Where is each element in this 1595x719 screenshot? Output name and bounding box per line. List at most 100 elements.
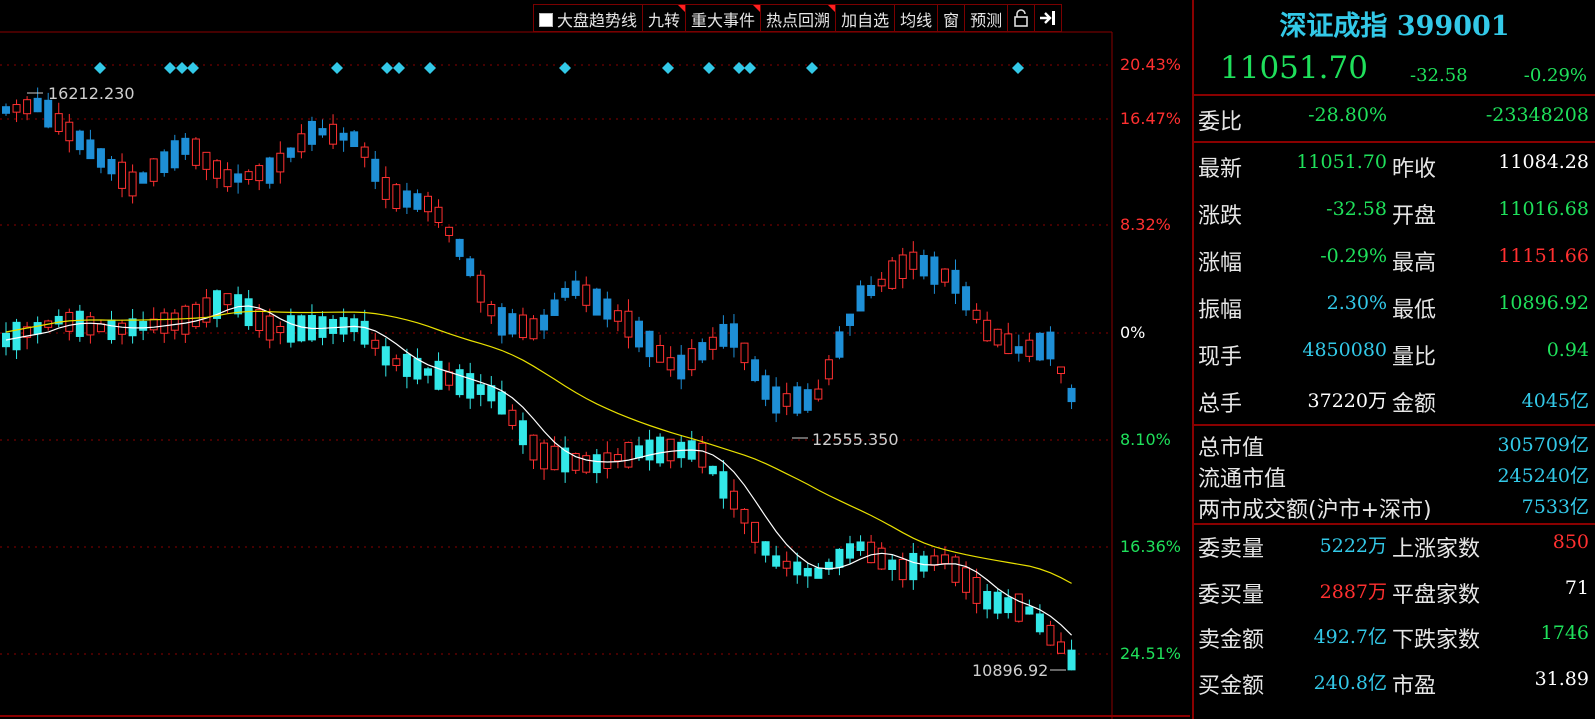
candle-body [613, 310, 622, 322]
compare-candle-body [381, 346, 390, 366]
candle-body [160, 151, 169, 174]
compare-candle-body [508, 409, 517, 426]
candle-body [286, 147, 295, 158]
trend-line-label: 大盘趋势线 [557, 11, 638, 30]
compare-candle-body [656, 436, 665, 464]
candle-body [972, 309, 981, 320]
compare-candle-body [803, 567, 812, 577]
candle-body [1046, 331, 1055, 360]
quote_rows-label: 总手 [1198, 392, 1243, 417]
candle-body [434, 206, 443, 224]
pct-axis-label: 16.47% [1120, 109, 1181, 128]
compare-candle-body [286, 315, 295, 343]
candle-body [487, 304, 496, 317]
candle-body [65, 121, 74, 142]
candle-body [44, 99, 53, 128]
quote_rows-row: 振幅 2.30% 最低 10896.92 [1194, 292, 1595, 323]
order_rows-label: 买金额 [1198, 673, 1265, 699]
divider [1194, 424, 1595, 426]
tool-jiuzhuan[interactable]: 九转 [643, 5, 687, 31]
tool-forecast[interactable]: 预测 [965, 5, 1009, 31]
quote_rows-value: 10896.92 [1498, 292, 1589, 314]
candle-body [1025, 339, 1034, 357]
candle-body [318, 128, 327, 136]
tool-major-events[interactable]: 重大事件 [686, 5, 762, 31]
quote_rows-value: -0.29% [1320, 245, 1387, 267]
expand-panel-icon[interactable] [1035, 5, 1061, 31]
compare-candle-body [139, 321, 148, 331]
candle-body [350, 131, 359, 148]
order_rows-value: 492.7亿 [1313, 626, 1387, 648]
compare-candle-body [951, 556, 960, 583]
market-cap-row: 两市成交额(沪市+深市) 7533亿 [1194, 492, 1595, 523]
trend-line-toggle[interactable]: 大盘趋势线 [534, 5, 644, 31]
candle-body [1067, 387, 1076, 403]
pct-axis-label: 16.36% [1120, 537, 1181, 556]
event-diamond-icon [187, 62, 199, 74]
candle-body [402, 190, 411, 208]
candle-body [698, 342, 707, 361]
event-diamond-icon [744, 62, 756, 74]
compare-candle-body [930, 555, 939, 566]
market-cap-value: 245240亿 [1497, 465, 1589, 487]
compare-candle-body [191, 303, 200, 328]
candle-body [518, 314, 527, 339]
candle-body [508, 313, 517, 335]
tool-hotspot-review[interactable]: 热点回溯 [761, 5, 837, 31]
quote_rows-label: 振幅 [1198, 298, 1243, 323]
compare-candle-body [645, 439, 654, 461]
candle-body [118, 161, 127, 189]
tool-window[interactable]: 窗 [938, 5, 966, 31]
compare-candle-body [1067, 649, 1076, 671]
compare-candle-body [424, 368, 432, 376]
candle-body [413, 193, 422, 210]
compare-candle-body [1025, 606, 1034, 615]
event-diamond-icon [381, 62, 393, 74]
quote_rows-value: 11151.66 [1498, 245, 1589, 267]
compare-candle-body [993, 591, 1002, 614]
divider [1194, 94, 1595, 96]
candle-body [624, 310, 633, 338]
candle-body [1035, 332, 1044, 361]
candle-body [835, 331, 844, 358]
lock-icon[interactable] [1008, 5, 1036, 31]
compare-candle-body [33, 322, 42, 335]
candle-body [729, 323, 738, 348]
candle-body [803, 389, 812, 411]
event-diamond-icon [559, 62, 571, 74]
compare-candle-body [149, 318, 158, 331]
compare-candle-body [782, 560, 791, 569]
index-title: 深证成指 399001 [1279, 11, 1510, 42]
compare-candle-body [360, 320, 369, 345]
candle-body [360, 146, 369, 158]
kline-chart-area[interactable]: 20.43% 16.47% 8.32% 0% 8.10% 16.36% 24.51% 1621… [0, 0, 1190, 719]
candle-body [466, 258, 475, 277]
candle-body [445, 226, 454, 236]
ma-long-line [5, 310, 1072, 584]
compare-candle-body [751, 521, 760, 543]
tool-moving-average[interactable]: 均线 [895, 5, 939, 31]
candle-body [128, 171, 137, 197]
candle-body [1057, 366, 1065, 375]
market-cap-row: 流通市值 245240亿 [1194, 461, 1595, 492]
compare-candle-body [181, 305, 190, 335]
compare-candle-body [497, 391, 506, 415]
compare-candle-body [12, 321, 21, 351]
kline-chart[interactable]: 20.43% 16.47% 8.32% 0% 8.10% 16.36% 24.51% 1621… [0, 0, 1190, 719]
compare-candle-body [455, 369, 464, 396]
compare-candle-body [65, 311, 74, 332]
candle-body [191, 138, 200, 166]
weibi-row: 委比 -28.80% -23348208 [1194, 104, 1595, 135]
tool-add-watchlist[interactable]: 加自选 [836, 5, 896, 31]
event-diamond-icon [176, 62, 188, 74]
compare-candle-body [729, 490, 738, 510]
candle-body [529, 318, 538, 340]
trend-line-checkbox[interactable] [539, 13, 553, 27]
compare-candle-body [740, 508, 749, 524]
candle-body [213, 160, 221, 179]
candle-body [635, 320, 643, 348]
order_rows-value: 240.8亿 [1313, 671, 1387, 694]
pct-axis-label: 8.10% [1120, 430, 1171, 449]
weibi-label: 委比 [1198, 110, 1243, 135]
candle-body [2, 106, 10, 114]
